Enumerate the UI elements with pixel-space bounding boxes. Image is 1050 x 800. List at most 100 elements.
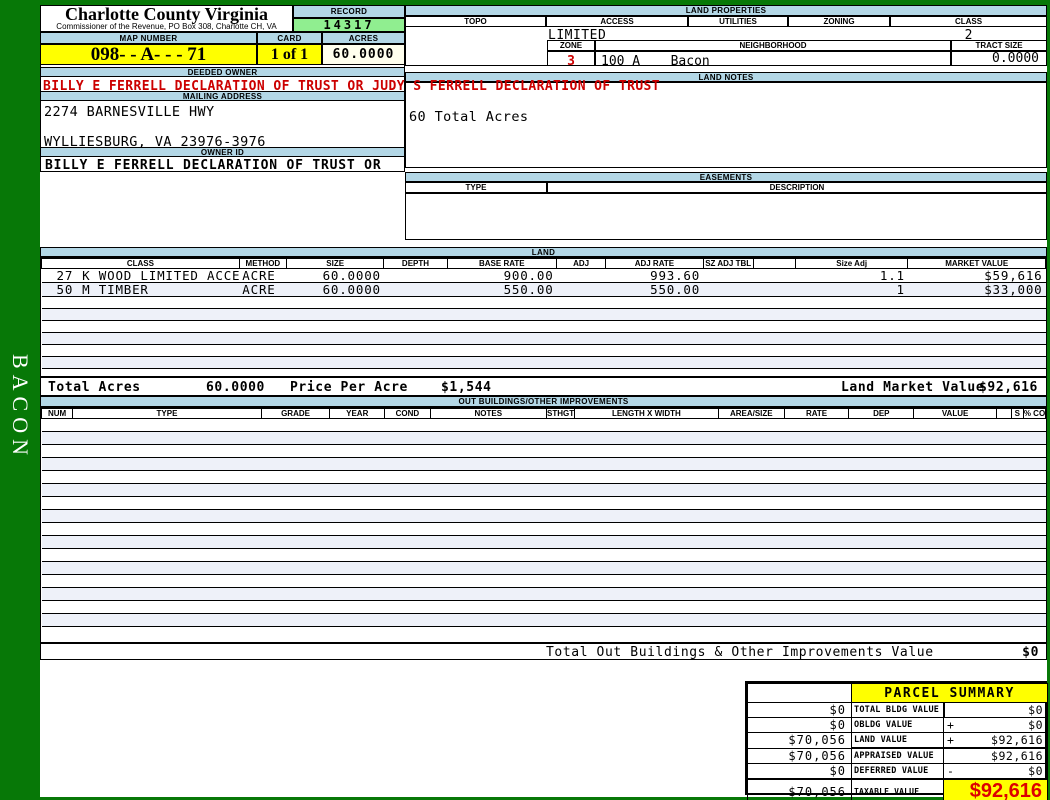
land-cell-size: 60.0000 <box>286 268 384 283</box>
lp-neighborhood-name: Bacon <box>670 54 710 69</box>
empty-cell <box>383 308 448 321</box>
land-col-size: SIZE <box>285 258 385 269</box>
acres-label: ACRES <box>322 32 405 44</box>
empty-cell <box>718 483 785 497</box>
lp-neighborhood-label: NEIGHBORHOOD <box>595 40 951 51</box>
empty-cell <box>430 444 547 458</box>
empty-cell <box>718 561 785 575</box>
ps-row-deferred: $0 DEFERRED VALUE - $0 <box>747 763 1049 780</box>
ps-prior-value: $0 <box>747 702 852 718</box>
empty-cell <box>72 600 262 614</box>
acres-value: 60.0000 <box>322 44 405 65</box>
land-cell-class: 50 M TIMBER <box>41 282 240 297</box>
empty-cell <box>41 332 240 345</box>
empty-row <box>41 522 1046 536</box>
empty-cell <box>605 320 704 333</box>
empty-cell <box>384 561 431 575</box>
empty-row <box>41 587 1046 601</box>
empty-cell <box>72 470 262 484</box>
empty-cell <box>784 483 849 497</box>
lp-tract-size-label: TRACT SIZE <box>951 40 1047 51</box>
empty-cell <box>430 522 547 536</box>
land-col-adj: ADJ <box>556 258 607 269</box>
empty-cell <box>556 356 606 369</box>
empty-cell <box>907 320 1046 333</box>
empty-cell <box>430 613 547 627</box>
price-per-acre-value: $1,544 <box>441 380 492 395</box>
empty-cell <box>72 587 262 601</box>
empty-cell <box>430 574 547 588</box>
empty-cell <box>848 587 914 601</box>
empty-cell <box>1023 613 1046 627</box>
empty-cell <box>996 561 1012 575</box>
empty-cell <box>41 296 240 309</box>
land-cell-sz-adj-tbl <box>703 282 754 297</box>
empty-cell <box>605 308 704 321</box>
empty-cell <box>848 509 914 523</box>
empty-cell <box>753 296 796 309</box>
empty-cell <box>329 470 385 484</box>
ob-col-cond: COND <box>384 408 431 419</box>
land-col-blank <box>752 258 796 269</box>
empty-cell <box>261 509 330 523</box>
land-col-method: METHOD <box>238 258 287 269</box>
land-row-class: K WOOD LIMITED ACCESS <box>82 268 239 283</box>
empty-cell <box>913 457 997 471</box>
empty-cell <box>72 522 262 536</box>
ps-row-value-cell: - $0 <box>942 763 1049 780</box>
empty-cell <box>795 344 908 357</box>
empty-cell <box>447 296 557 309</box>
empty-cell <box>1011 574 1024 588</box>
easements-box <box>405 193 1047 240</box>
empty-cell <box>703 332 754 345</box>
empty-cell <box>996 574 1012 588</box>
empty-cell <box>41 444 73 458</box>
map-number-value: 098- - A- - - 71 <box>40 44 257 65</box>
empty-cell <box>718 613 785 627</box>
ps-prior-value: $70,056 <box>747 747 852 764</box>
empty-cell <box>329 535 385 549</box>
ob-col-notes: NOTES <box>429 408 547 419</box>
ps-value: $0 <box>1028 764 1044 778</box>
empty-cell <box>718 470 785 484</box>
ps-op: + <box>947 718 954 732</box>
land-cell-method: ACRE <box>239 268 287 283</box>
empty-cell <box>996 600 1012 614</box>
empty-cell <box>329 600 385 614</box>
empty-cell <box>329 509 385 523</box>
empty-cell <box>41 613 73 627</box>
empty-row <box>41 332 1046 345</box>
empty-row <box>41 574 1046 588</box>
empty-cell <box>384 431 431 445</box>
empty-cell <box>753 308 796 321</box>
empty-cell <box>795 320 908 333</box>
empty-cell <box>384 418 431 432</box>
empty-cell <box>556 296 606 309</box>
empty-cell <box>1011 587 1024 601</box>
empty-cell <box>1011 444 1024 458</box>
empty-cell <box>546 522 575 536</box>
land-cell-adj <box>556 282 606 297</box>
empty-cell <box>1011 613 1024 627</box>
empty-cell <box>574 600 719 614</box>
ps-prior-value: $70,056 <box>747 732 852 749</box>
empty-row <box>41 561 1046 575</box>
land-grid: CLASS METHOD SIZE DEPTH BASE RATE ADJ AD… <box>41 258 1046 369</box>
empty-cell <box>546 574 575 588</box>
empty-cell <box>1011 431 1024 445</box>
ob-col-area-size: AREA/SIZE <box>717 408 785 419</box>
empty-cell <box>784 574 849 588</box>
empty-cell <box>718 509 785 523</box>
record-value: 14317 <box>293 18 405 32</box>
empty-cell <box>384 483 431 497</box>
parcel-summary-header-row: PARCEL SUMMARY <box>747 683 1049 703</box>
empty-cell <box>1011 418 1024 432</box>
empty-cell <box>574 535 719 549</box>
out-buildings-total-value: $0 <box>1022 645 1039 660</box>
empty-cell <box>546 418 575 432</box>
empty-cell <box>41 522 73 536</box>
ob-col-length-width: LENGTH X WIDTH <box>574 408 719 419</box>
ps-prior-value: $0 <box>747 717 852 733</box>
ob-col-grade: GRADE <box>260 408 331 419</box>
empty-cell <box>913 470 997 484</box>
